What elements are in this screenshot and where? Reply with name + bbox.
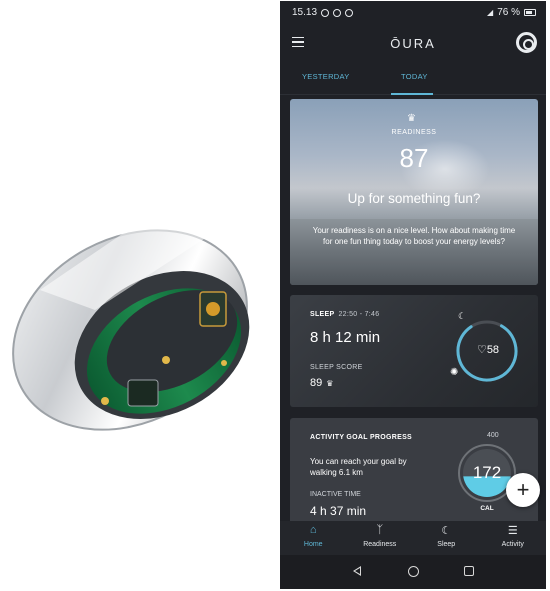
nav-home-label: Home <box>303 541 323 548</box>
home-feed[interactable]: ♛ READINESS 87 Up for something fun? You… <box>280 95 546 521</box>
nav-activity-label: Activity <box>501 541 524 548</box>
ring-status-icon[interactable] <box>516 32 537 53</box>
timer-icon <box>345 8 354 17</box>
activity-label: ACTIVITY GOAL PROGRESS <box>310 434 413 441</box>
back-icon[interactable] <box>353 566 361 576</box>
readiness-card[interactable]: ♛ READINESS 87 Up for something fun? You… <box>290 99 538 285</box>
menu-icon[interactable] <box>292 37 304 47</box>
sleep-time-range: 22:50 - 7:46 <box>338 311 380 318</box>
nav-activity[interactable]: ☰ Activity <box>480 521 547 555</box>
heart-icon: ♡ <box>476 344 487 356</box>
app-logo: ŌURA <box>390 35 436 51</box>
ring-illustration <box>12 215 250 431</box>
nav-sleep-label: Sleep <box>437 541 456 548</box>
status-bar: 15.13 ◢ 76 % <box>280 1 546 24</box>
activity-goal: 400 <box>487 432 499 439</box>
sleep-card[interactable]: SLEEP 22:50 - 7:46 8 h 12 min SLEEP SCORE… <box>290 295 538 407</box>
signal-icon: ◢ <box>487 8 494 17</box>
activity-card[interactable]: ACTIVITY GOAL PROGRESS You can reach you… <box>290 418 538 521</box>
calories-unit: CAL <box>480 505 494 512</box>
sleep-label: SLEEP <box>310 311 335 318</box>
status-time: 15.13 <box>292 7 318 18</box>
inactive-time-value: 4 h 37 min <box>310 504 367 518</box>
sleep-score-value: 89 <box>310 377 323 389</box>
recent-apps-icon[interactable] <box>464 566 474 576</box>
readiness-score: 87 <box>399 143 429 173</box>
system-navigation <box>280 555 546 589</box>
sleep-header: SLEEP 22:50 - 7:46 <box>310 311 379 318</box>
calories-value: 172 <box>472 463 502 482</box>
app-bar: ŌURA <box>280 24 546 62</box>
day-tabs: YESTERDAY TODAY <box>280 62 546 95</box>
phone-screen: 15.13 ◢ 76 % ŌURA YESTERDAY TODAY ♛ READ… <box>280 1 546 589</box>
sprout-icon: ᛉ <box>376 524 384 536</box>
nav-home[interactable]: ⌂ Home <box>280 521 347 555</box>
add-button[interactable]: + <box>506 473 540 507</box>
nav-sleep[interactable]: ☾ Sleep <box>413 521 480 555</box>
home-icon: ⌂ <box>309 524 317 536</box>
readiness-headline: Up for something fun? <box>347 191 481 206</box>
notification-icon <box>321 8 330 17</box>
activity-list-icon: ☰ <box>507 525 518 537</box>
heart-rate-value: 58 <box>486 344 500 356</box>
sleep-score-label: SLEEP SCORE <box>310 364 363 371</box>
crown-icon: ♛ <box>326 379 334 388</box>
sleep-duration: 8 h 12 min <box>310 329 381 346</box>
nav-readiness[interactable]: ᛉ Readiness <box>347 521 414 555</box>
bottom-navigation: ⌂ Home ᛉ Readiness ☾ Sleep ☰ Activity <box>280 521 546 555</box>
tab-yesterday[interactable]: YESTERDAY <box>302 72 350 81</box>
readiness-label: READINESS <box>391 129 437 136</box>
activity-message: You can reach your goal by walking 6.1 k… <box>310 457 407 477</box>
readiness-message: Your readiness is on a nice level. How a… <box>312 226 516 246</box>
moon-icon: ☾ <box>441 525 452 537</box>
crown-icon: ♛ <box>407 113 416 124</box>
sleep-heart-rate: ♡58 <box>470 343 506 356</box>
settings-notification-icon <box>333 8 342 17</box>
tab-today[interactable]: TODAY <box>401 72 428 81</box>
home-circle-icon[interactable] <box>408 566 419 577</box>
screenshot-canvas: 15.13 ◢ 76 % ŌURA YESTERDAY TODAY ♛ READ… <box>0 0 550 591</box>
battery-percent: 76 % <box>497 7 520 18</box>
inactive-time-label: INACTIVE TIME <box>310 491 361 498</box>
battery-icon <box>524 9 536 16</box>
oura-ring-image <box>0 195 275 460</box>
sleep-score: 89 ♛ <box>310 377 333 389</box>
nav-readiness-label: Readiness <box>363 541 397 548</box>
